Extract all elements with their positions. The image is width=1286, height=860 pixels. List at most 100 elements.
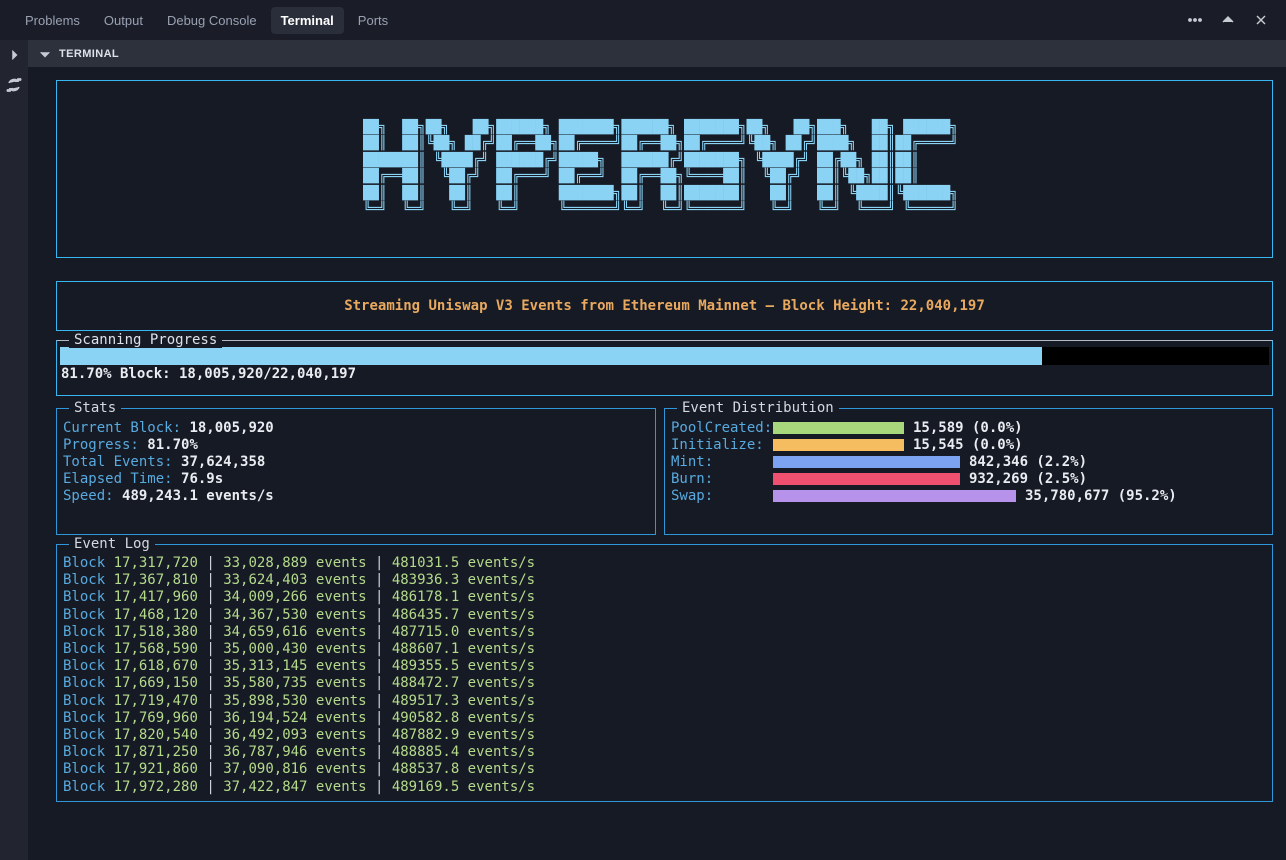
- log-speed: 486435.7 events/s: [392, 607, 535, 623]
- stat-row: Elapsed Time: 76.9s: [63, 471, 655, 488]
- event-log-row: Block 17,669,150 | 35,580,735 events | 4…: [63, 675, 1272, 692]
- chevron-down-icon: [36, 45, 54, 63]
- log-block-number: 17,618,670: [114, 658, 198, 674]
- log-separator: |: [206, 675, 214, 691]
- tab-debug-console[interactable]: Debug Console: [157, 7, 267, 34]
- log-separator: |: [375, 779, 383, 795]
- log-events: 37,090,816 events: [223, 761, 366, 777]
- log-separator: |: [375, 744, 383, 760]
- event-log-list: Block 17,317,720 | 33,028,889 events | 4…: [63, 555, 1272, 796]
- distribution-bar: [773, 456, 960, 468]
- log-separator: |: [375, 710, 383, 726]
- more-actions-icon[interactable]: [1186, 11, 1204, 29]
- distribution-value: 932,269 (2.5%): [969, 471, 1087, 487]
- log-speed: 488607.1 events/s: [392, 641, 535, 657]
- log-events: 33,624,403 events: [223, 572, 366, 588]
- event-distribution-list: PoolCreated: 15,589 (0.0%) Initialize: 1…: [671, 419, 1272, 504]
- log-events: 35,000,430 events: [223, 641, 366, 657]
- log-separator: |: [206, 761, 214, 777]
- event-log-row: Block 17,719,470 | 35,898,530 events | 4…: [63, 693, 1272, 710]
- terminal-viewport[interactable]: ██╗ ██╗██╗ ██╗██████╗ ███████╗██████╗ ██…: [28, 67, 1286, 860]
- tab-ports[interactable]: Ports: [348, 7, 398, 34]
- stat-label: Progress:: [63, 437, 139, 453]
- streaming-info-box: Streaming Uniswap V3 Events from Ethereu…: [56, 281, 1273, 331]
- stat-value: 76.9s: [181, 471, 223, 487]
- event-distribution-title: Event Distribution: [677, 400, 839, 416]
- log-separator: |: [375, 607, 383, 623]
- stat-row: Progress: 81.70%: [63, 437, 655, 454]
- log-separator: |: [375, 675, 383, 691]
- log-speed: 487715.0 events/s: [392, 624, 535, 640]
- hypersync-banner-box: ██╗ ██╗██╗ ██╗██████╗ ███████╗██████╗ ██…: [56, 80, 1273, 258]
- distribution-value: 35,780,677 (95.2%): [1025, 488, 1177, 504]
- progress-caption: 81.70% Block: 18,005,920/22,040,197: [60, 365, 1269, 384]
- log-block-number: 17,719,470: [114, 693, 198, 709]
- progress-bar-track: [60, 347, 1269, 365]
- distribution-row: PoolCreated: 15,589 (0.0%): [671, 419, 1272, 436]
- expand-panel-icon[interactable]: [5, 46, 23, 64]
- event-log-row: Block 17,317,720 | 33,028,889 events | 4…: [63, 555, 1272, 572]
- log-separator: |: [375, 589, 383, 605]
- log-separator: |: [375, 624, 383, 640]
- log-speed: 489517.3 events/s: [392, 693, 535, 709]
- log-speed: 483936.3 events/s: [392, 572, 535, 588]
- event-log-row: Block 17,518,380 | 34,659,616 events | 4…: [63, 624, 1272, 641]
- tab-problems[interactable]: Problems: [15, 7, 90, 34]
- log-separator: |: [206, 589, 214, 605]
- log-events: 34,009,266 events: [223, 589, 366, 605]
- event-log-box: Event Log Block 17,317,720 | 33,028,889 …: [56, 544, 1273, 802]
- event-log-row: Block 17,468,120 | 34,367,530 events | 4…: [63, 607, 1272, 624]
- log-block-number: 17,820,540: [114, 727, 198, 743]
- log-speed: 488885.4 events/s: [392, 744, 535, 760]
- stats-list: Current Block: 18,005,920 Progress: 81.7…: [63, 420, 655, 505]
- log-block-number: 17,468,120: [114, 607, 198, 623]
- log-block-label: Block: [63, 761, 105, 777]
- stats-box: Stats Current Block: 18,005,920 Progress…: [56, 408, 656, 535]
- event-log-row: Block 17,871,250 | 36,787,946 events | 4…: [63, 744, 1272, 761]
- log-separator: |: [206, 710, 214, 726]
- log-block-number: 17,669,150: [114, 675, 198, 691]
- log-separator: |: [206, 555, 214, 571]
- log-block-label: Block: [63, 779, 105, 795]
- log-block-number: 17,871,250: [114, 744, 198, 760]
- scanning-progress-title: Scanning Progress: [69, 332, 222, 348]
- distribution-value: 842,346 (2.2%): [969, 454, 1087, 470]
- stat-row: Speed: 489,243.1 events/s: [63, 488, 655, 505]
- log-block-number: 17,317,720: [114, 555, 198, 571]
- terminal-section-label: TERMINAL: [59, 48, 119, 60]
- log-block-label: Block: [63, 624, 105, 640]
- log-block-number: 17,568,590: [114, 641, 198, 657]
- tab-terminal[interactable]: Terminal: [271, 7, 344, 34]
- terminal-section-header[interactable]: TERMINAL: [28, 40, 1286, 67]
- log-block-number: 17,921,860: [114, 761, 198, 777]
- stat-label: Total Events:: [63, 454, 173, 470]
- sync-icon[interactable]: [5, 76, 23, 94]
- log-block-label: Block: [63, 658, 105, 674]
- event-log-row: Block 17,367,810 | 33,624,403 events | 4…: [63, 572, 1272, 589]
- log-block-number: 17,769,960: [114, 710, 198, 726]
- distribution-value: 15,589 (0.0%): [913, 420, 1023, 436]
- maximize-panel-icon[interactable]: [1219, 11, 1237, 29]
- log-separator: |: [206, 744, 214, 760]
- log-events: 34,367,530 events: [223, 607, 366, 623]
- panel-tabbar: Problems Output Debug Console Terminal P…: [0, 0, 1286, 40]
- log-block-label: Block: [63, 607, 105, 623]
- event-log-row: Block 17,972,280 | 37,422,847 events | 4…: [63, 779, 1272, 796]
- log-speed: 490582.8 events/s: [392, 710, 535, 726]
- stat-label: Elapsed Time:: [63, 471, 173, 487]
- log-separator: |: [375, 555, 383, 571]
- log-separator: |: [206, 624, 214, 640]
- close-panel-icon[interactable]: [1252, 11, 1270, 29]
- tab-output[interactable]: Output: [94, 7, 153, 34]
- log-block-number: 17,367,810: [114, 572, 198, 588]
- distribution-label: Swap:: [671, 488, 773, 504]
- log-block-label: Block: [63, 744, 105, 760]
- log-speed: 488472.7 events/s: [392, 675, 535, 691]
- distribution-row: Mint: 842,346 (2.2%): [671, 453, 1272, 470]
- distribution-bar: [773, 490, 1016, 502]
- distribution-row: Initialize: 15,545 (0.0%): [671, 436, 1272, 453]
- log-block-label: Block: [63, 727, 105, 743]
- distribution-row: Swap: 35,780,677 (95.2%): [671, 487, 1272, 504]
- scanning-progress-box: Scanning Progress 81.70% Block: 18,005,9…: [56, 340, 1273, 396]
- stats-title: Stats: [69, 400, 121, 416]
